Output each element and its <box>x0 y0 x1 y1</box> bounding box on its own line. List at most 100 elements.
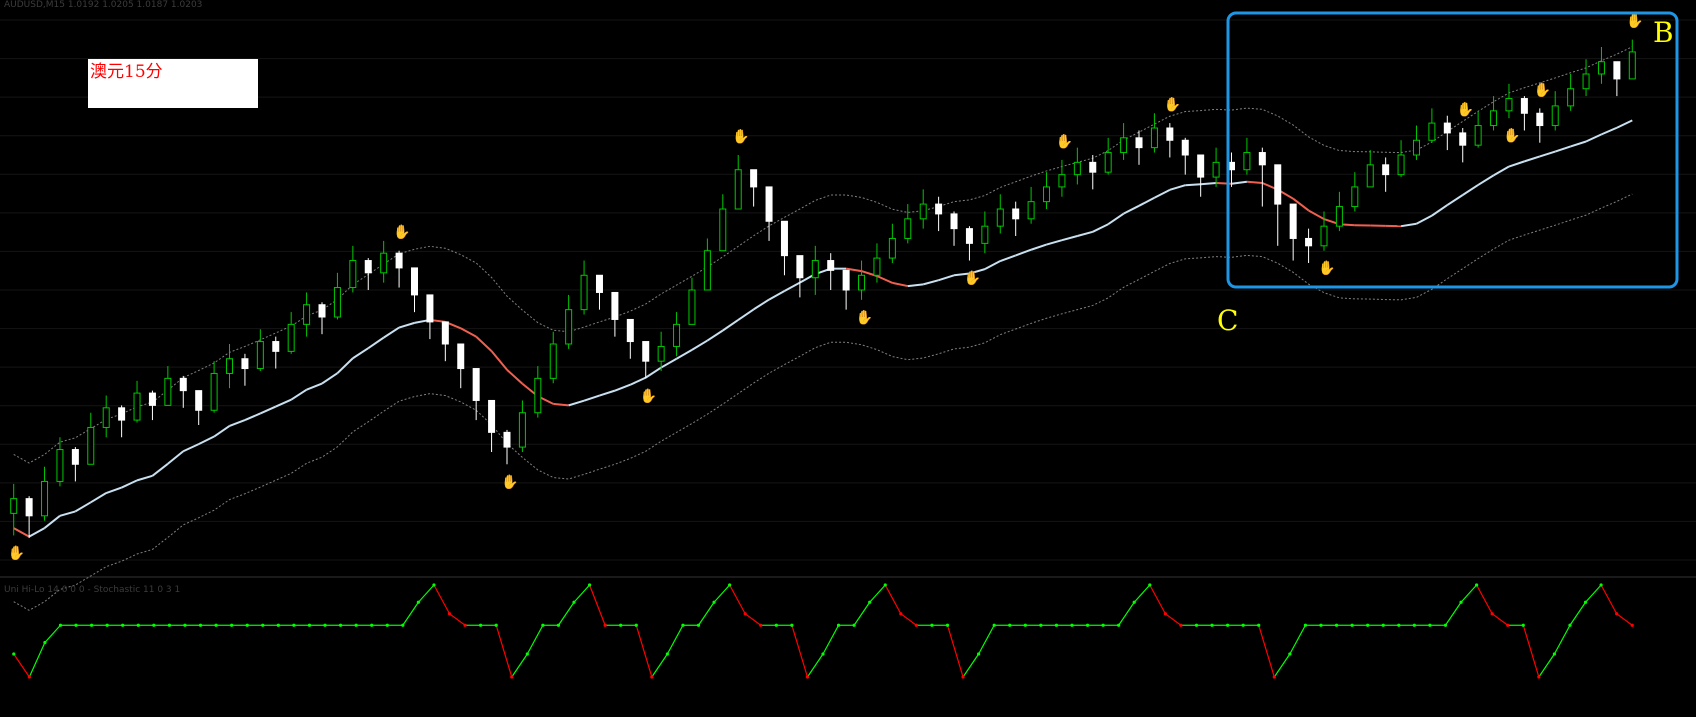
oscillator-point <box>1210 623 1214 627</box>
ma-segment <box>1524 155 1541 163</box>
oscillator-point <box>883 583 887 587</box>
candle <box>1289 203 1297 261</box>
oscillator-segment <box>1149 584 1166 615</box>
candle <box>981 211 989 254</box>
fractal-up-icon: ✋ <box>1457 101 1474 118</box>
oscillator-point <box>1568 623 1572 627</box>
oscillator-point <box>1334 623 1339 627</box>
oscillator-point <box>1257 623 1261 627</box>
candle <box>303 292 311 337</box>
candle <box>41 466 49 521</box>
candle-body <box>426 294 434 323</box>
candle-body <box>811 260 819 279</box>
highlight-box <box>1226 11 1679 289</box>
candle <box>179 375 187 408</box>
candle <box>642 341 650 379</box>
candle-body <box>1089 161 1097 173</box>
candle-body <box>457 343 465 370</box>
candle <box>287 312 295 354</box>
oscillator-point <box>1350 623 1354 627</box>
candle-body <box>133 392 141 421</box>
oscillator-point <box>432 583 436 587</box>
candle-body <box>1428 122 1436 141</box>
candle-body <box>1412 139 1420 156</box>
candle <box>1027 186 1035 224</box>
ma-segment <box>706 329 724 342</box>
oscillator-point <box>556 623 561 627</box>
oscillator-segment <box>822 624 840 655</box>
oscillator-point <box>1070 623 1074 627</box>
ma-segment <box>306 382 323 391</box>
candle-body <box>1212 161 1220 178</box>
oscillator-segment <box>28 642 46 678</box>
candle-body <box>873 257 881 276</box>
ma-segment <box>1477 174 1495 186</box>
oscillator-segment <box>13 653 30 678</box>
oscillator-segment <box>713 584 731 603</box>
oscillator-point <box>836 623 841 627</box>
oscillator-point <box>1475 583 1479 587</box>
candle <box>1197 154 1205 197</box>
oscillator-point <box>634 623 638 627</box>
candle <box>549 331 557 384</box>
ma-segment <box>676 349 693 360</box>
candle <box>1397 140 1405 178</box>
candle-body <box>595 274 603 293</box>
candle-body <box>611 291 619 320</box>
oscillator-segment <box>433 584 451 615</box>
candle-body <box>642 341 650 362</box>
candle-body <box>1150 127 1158 149</box>
ma-segment <box>74 501 92 513</box>
candle <box>1382 157 1390 192</box>
candle <box>272 336 280 369</box>
ma-segment <box>614 383 631 392</box>
candle-body <box>226 358 234 374</box>
oscillator-segment <box>651 653 668 678</box>
oscillator-point <box>479 623 483 627</box>
ma-segment <box>922 279 939 286</box>
candle-body <box>657 345 665 362</box>
oscillator-segment <box>573 584 591 603</box>
candle-body <box>904 218 912 239</box>
candle-body <box>935 203 943 215</box>
oscillator-segment <box>511 653 528 678</box>
candle-body <box>164 377 172 406</box>
oscillator-segment <box>1569 601 1587 626</box>
oscillator-point <box>385 623 389 627</box>
candle <box>842 269 850 310</box>
oscillator-point <box>759 623 763 627</box>
oscillator-point <box>587 583 592 587</box>
fractal-down-icon: ✋ <box>963 270 980 287</box>
oscillator-point <box>1226 623 1230 627</box>
candle <box>1505 83 1513 119</box>
candle-body <box>1073 161 1081 176</box>
ma-segment <box>1416 214 1433 225</box>
candle-body <box>549 343 557 379</box>
candle-body <box>580 274 588 311</box>
candle <box>441 321 449 362</box>
candle-body <box>1243 152 1251 171</box>
ma-segment <box>1616 119 1633 129</box>
candle-body <box>472 368 480 401</box>
oscillator-segment <box>44 624 61 643</box>
candles[interactable] <box>10 39 1636 538</box>
ma-segment <box>1077 230 1094 237</box>
candle-body <box>1027 201 1035 220</box>
oscillator-segment <box>1616 613 1633 626</box>
marker-b: B <box>1653 16 1674 49</box>
candle-body <box>1197 154 1205 178</box>
oscillator-point <box>338 623 343 627</box>
candle-body <box>1043 186 1051 203</box>
ma-segment <box>1601 126 1618 136</box>
candle-body <box>56 449 64 482</box>
candle <box>904 204 912 244</box>
candle <box>395 250 403 288</box>
candle-body <box>1335 206 1343 227</box>
ma-segment <box>1015 248 1032 257</box>
candle <box>210 361 218 413</box>
candle <box>1536 108 1544 143</box>
candle-body <box>118 407 126 421</box>
candle-body <box>1181 139 1189 156</box>
oscillator-segment <box>1538 653 1555 678</box>
candle-body <box>950 213 958 230</box>
